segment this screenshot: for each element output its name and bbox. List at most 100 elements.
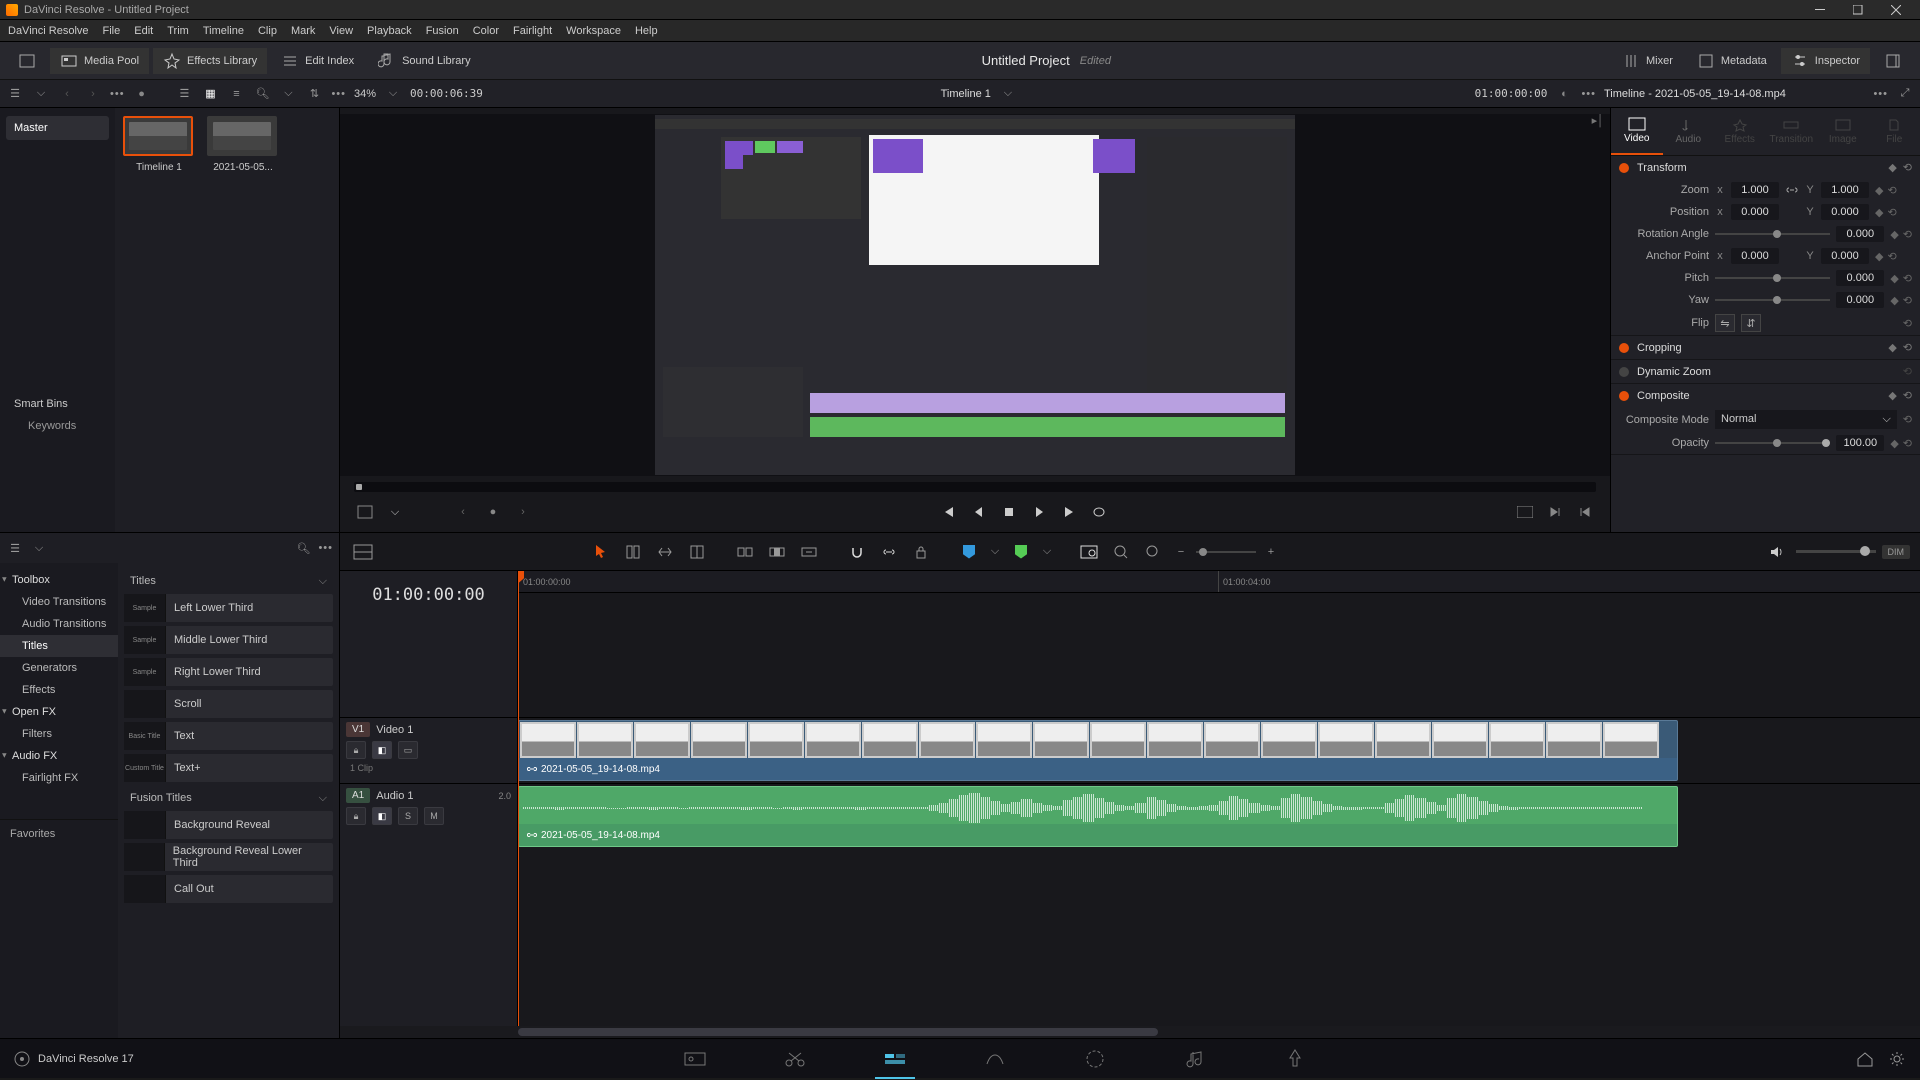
overwrite-button[interactable] [764,539,790,565]
bin-master[interactable]: Master [6,116,109,140]
category-fusion-titles[interactable]: Fusion Titles [124,786,333,811]
enable-dot-icon[interactable] [1619,391,1629,401]
track-badge[interactable]: V1 [346,722,370,737]
title-item[interactable]: Call Out [124,875,333,903]
sync-icon[interactable]: ◐ [1555,85,1573,103]
blade-tool-button[interactable] [684,539,710,565]
edit-index-button[interactable]: Edit Index [271,48,364,74]
chevron-down-icon[interactable]: ⌵ [384,85,402,103]
keyframe-icon[interactable]: ◆ [1875,206,1883,219]
fx-tree-effects[interactable]: Effects [0,679,118,701]
first-frame-button[interactable] [938,501,960,523]
opacity-slider[interactable] [1715,442,1830,444]
trim-tool-button[interactable] [620,539,646,565]
menu-playback[interactable]: Playback [367,25,412,37]
loop-button[interactable] [1088,501,1110,523]
last-frame-button[interactable] [1058,501,1080,523]
title-item[interactable]: SampleRight Lower Third [124,658,333,686]
detail-zoom-button[interactable] [1108,539,1134,565]
smart-bins-header[interactable]: Smart Bins [14,394,101,414]
list-view-button[interactable]: ☰ [175,85,193,103]
maximize-button[interactable] [1840,1,1876,19]
inspector-tab-file[interactable]: File [1869,108,1920,155]
menu-view[interactable]: View [329,25,353,37]
reset-icon[interactable]: ⟲ [1903,228,1912,241]
pool-options-button[interactable]: ••• [331,88,346,100]
section-transform-header[interactable]: Transform ◆⟲ [1611,156,1920,179]
media-thumb[interactable]: Timeline 1 [123,116,195,173]
lock-track-button[interactable]: 🔒︎ [346,741,366,759]
timeline-timecode[interactable]: 01:00:00:00 [340,571,517,619]
pos-x-input[interactable]: 0.000 [1731,204,1779,220]
keyframe-icon[interactable]: ◆ [1890,437,1898,450]
smart-bin-keywords[interactable]: Keywords [14,414,101,438]
timeline-scrollbar[interactable] [340,1026,1920,1038]
pitch-input[interactable]: 0.000 [1836,270,1884,286]
page-edit-button[interactable] [875,1045,915,1073]
keyframe-icon[interactable]: ◆ [1890,272,1898,285]
keyframe-icon[interactable]: ◆ [1888,341,1896,354]
zoom-out-button[interactable]: − [1172,543,1190,561]
media-pool-button[interactable]: Media Pool [50,48,149,74]
nav-back-button[interactable]: ‹ [58,85,76,103]
pitch-slider[interactable] [1715,277,1830,279]
audio-clip[interactable]: 2021-05-05_19-14-08.mp4 [518,786,1678,847]
snap-button[interactable] [844,539,870,565]
page-fairlight-button[interactable] [1175,1045,1215,1073]
fx-tree-openfx[interactable]: Open FX [0,701,118,723]
video-clip[interactable]: 2021-05-05_19-14-08.mp4 [518,720,1678,781]
menu-timeline[interactable]: Timeline [203,25,244,37]
chevron-down-icon[interactable]: ⌵ [30,539,48,557]
section-composite-header[interactable]: Composite◆⟲ [1611,384,1920,407]
reset-icon[interactable]: ⟲ [1887,206,1896,219]
expand-record-icon[interactable]: ▸│ [1592,114,1604,482]
fx-tree-audio-transitions[interactable]: Audio Transitions [0,613,118,635]
zoom-in-button[interactable]: + [1262,543,1280,561]
mark-in-button[interactable] [354,501,376,523]
prev-edit-button[interactable]: ‹ [452,501,474,523]
page-media-button[interactable] [675,1045,715,1073]
expand-icon[interactable]: ⤢ [1896,85,1914,103]
playhead[interactable] [518,571,519,1026]
play-button[interactable] [1028,501,1050,523]
menu-workspace[interactable]: Workspace [566,25,621,37]
fx-tree-generators[interactable]: Generators [0,657,118,679]
zoom-x-input[interactable]: 1.000 [1731,182,1779,198]
page-color-button[interactable] [1075,1045,1115,1073]
inspector-tab-image[interactable]: Image [1817,108,1869,155]
enable-dot-icon[interactable] [1619,163,1629,173]
reset-icon[interactable]: ⟲ [1903,161,1912,174]
enable-dot-icon[interactable] [1619,367,1629,377]
rotation-slider[interactable] [1715,233,1830,235]
prev-frame-button[interactable] [968,501,990,523]
title-item[interactable]: SampleLeft Lower Third [124,594,333,622]
chevron-down-icon[interactable]: ⌵ [988,539,1002,565]
fx-options-button[interactable]: ••• [318,542,333,554]
reset-icon[interactable]: ⟲ [1903,317,1912,330]
keyframe-icon[interactable]: ◆ [1890,228,1898,241]
fx-tree-filters[interactable]: Filters [0,723,118,745]
title-item[interactable]: Background Reveal [124,811,333,839]
stop-button[interactable] [998,501,1020,523]
reset-icon[interactable]: ⟲ [1903,341,1912,354]
sound-library-button[interactable]: Sound Library [368,48,481,74]
flag-button[interactable] [956,539,982,565]
menu-fairlight[interactable]: Fairlight [513,25,552,37]
menu-davinci[interactable]: DaVinci Resolve [8,25,89,37]
keyframe-icon[interactable]: ◆ [1890,294,1898,307]
fx-tree-titles[interactable]: Titles [0,635,118,657]
search-button[interactable]: 🔍︎ [253,85,271,103]
solo-button[interactable]: S [398,807,418,825]
volume-slider[interactable] [1796,550,1876,553]
keyframe-icon[interactable]: ◆ [1888,161,1896,174]
strip-view-button[interactable]: ≡ [227,85,245,103]
fx-tree-toolbox[interactable]: Toolbox [0,569,118,591]
link-icon[interactable] [1785,183,1799,197]
link-button[interactable] [876,539,902,565]
marker-button[interactable] [1008,539,1034,565]
title-item[interactable]: Custom TitleText+ [124,754,333,782]
anchor-x-input[interactable]: 0.000 [1731,248,1779,264]
viewer-zoom[interactable]: 34% [354,88,376,100]
reset-icon[interactable]: ⟲ [1887,184,1896,197]
title-item[interactable]: Background Reveal Lower Third [124,843,333,871]
